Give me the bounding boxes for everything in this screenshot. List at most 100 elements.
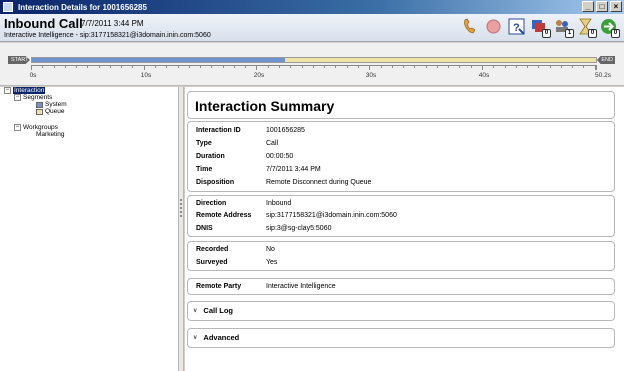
interaction-id-value: 1001656285 [266, 127, 305, 134]
hold-badge: 0 [588, 29, 597, 38]
timeline-bar [31, 57, 597, 63]
timeline-tick [493, 66, 495, 68]
dnis-label: DNIS [196, 225, 213, 232]
tree-label-workgroups: Workgroups [23, 124, 58, 131]
advanced-label: Advanced [203, 333, 240, 342]
timeline-tick [448, 66, 450, 68]
timeline-tick [233, 66, 235, 68]
remote-party-label: Remote Party [196, 283, 242, 290]
chevron-down-icon[interactable]: ∨ [193, 334, 197, 341]
interaction-datetime: 7/7/2011 3:44 PM [81, 19, 144, 28]
help-icon[interactable]: ? [507, 17, 526, 36]
timeline-tick [403, 66, 405, 68]
timeline-tick [87, 66, 89, 68]
type-label: Type [196, 140, 212, 147]
interaction-subtitle: Interactive Intelligence - sip:317715832… [4, 32, 211, 39]
timeline-tick [481, 66, 483, 70]
timeline-tick [527, 66, 529, 68]
timeline-tick [459, 66, 461, 68]
timeline-tick [290, 66, 292, 68]
collapse-icon[interactable]: − [14, 94, 21, 101]
app-icon [3, 2, 13, 12]
record-icon[interactable] [484, 17, 503, 36]
tree-label-system: System [45, 101, 67, 108]
window-title: Interaction Details for 1001656285 [18, 2, 147, 12]
advanced-section[interactable]: ∨ Advanced [187, 328, 615, 348]
collapse-icon[interactable]: − [4, 87, 11, 94]
close-button[interactable]: × [610, 1, 622, 12]
timeline-tick [64, 66, 66, 68]
timeline-start-marker: START [8, 56, 30, 64]
tree-node-interaction[interactable]: − Interaction [4, 87, 46, 94]
minimize-button[interactable]: _ [582, 1, 594, 12]
summary-title-card: Interaction Summary [187, 91, 615, 119]
call-log-section[interactable]: ∨ Call Log [187, 301, 615, 321]
tree-node-system[interactable]: System [36, 101, 67, 108]
timeline-tick [380, 66, 382, 68]
timeline-tick [538, 66, 540, 68]
timeline-segment-queue[interactable] [284, 58, 596, 62]
duration-value: 00:00:50 [266, 153, 294, 160]
timeline-tick [549, 66, 551, 68]
disposition-label: Disposition [196, 179, 235, 186]
timeline-tick [155, 66, 157, 68]
summary-title: Interaction Summary [195, 98, 335, 114]
direction-label: Direction [196, 200, 227, 207]
interaction-tree: − Interaction − Segments System Queue − … [0, 87, 179, 371]
timeline-tick [267, 66, 269, 68]
timeline-tick [188, 66, 190, 68]
tree-label-segments: Segments [23, 94, 53, 101]
window-title-bar[interactable]: Interaction Details for 1001656285 _ □ × [0, 0, 624, 14]
timeline-tick [436, 66, 438, 68]
maximize-button[interactable]: □ [596, 1, 608, 12]
timeline-tick [245, 66, 247, 68]
remote-address-value: sip:3177158321@i3domain.inin.com:5060 [266, 212, 397, 219]
timeline-tick [425, 66, 427, 68]
tree-label-queue: Queue [45, 108, 65, 115]
timeline-tick [256, 66, 258, 70]
transfer-icon[interactable]: 0 [530, 17, 551, 38]
timeline-tick [324, 66, 326, 68]
remote-address-label: Remote Address [196, 212, 252, 219]
timeline-tick [42, 66, 44, 68]
remote-party-card: Remote Party Interactive Intelligence [187, 278, 615, 295]
transfer-badge: 0 [542, 29, 551, 38]
timeline-tick [109, 66, 111, 68]
panel-splitter[interactable] [179, 87, 184, 371]
surveyed-label: Surveyed [196, 259, 228, 266]
tree-node-marketing[interactable]: Marketing [36, 131, 65, 138]
tree-node-workgroups[interactable]: − Workgroups [14, 124, 58, 131]
timeline-tick [76, 66, 78, 68]
collapse-icon[interactable]: − [14, 124, 21, 131]
timeline-end-marker: END [597, 56, 615, 64]
time-value: 7/7/2011 3:44 PM [266, 166, 321, 173]
surveyed-value: Yes [266, 259, 278, 266]
timeline-tick [177, 66, 179, 68]
hold-icon[interactable]: 0 [576, 17, 597, 38]
chevron-down-icon[interactable]: ∨ [193, 307, 197, 314]
timeline-tick [211, 66, 213, 68]
type-value: Call [266, 140, 279, 147]
interaction-header: Inbound Call 7/7/2011 3:44 PM Interactiv… [0, 14, 624, 42]
conference-icon[interactable]: 1 [553, 17, 574, 38]
forward-icon[interactable]: 0 [599, 17, 620, 38]
tree-node-queue[interactable]: Queue [36, 108, 65, 115]
remote-party-value: Interactive Intelligence [266, 283, 336, 290]
tree-node-segments[interactable]: − Segments [14, 94, 52, 101]
timeline-tick [357, 66, 359, 68]
timeline-tick [560, 66, 562, 68]
timeline-tick [572, 66, 574, 68]
timeline-tick [132, 66, 134, 68]
timeline-tick [143, 66, 145, 70]
tree-label-marketing: Marketing [36, 131, 65, 138]
forward-badge: 0 [611, 29, 620, 38]
timeline-tick [369, 66, 371, 70]
duration-label: Duration [196, 153, 225, 160]
routing-card: Direction Inbound Remote Address sip:31771… [187, 195, 615, 237]
time-label: Time [196, 166, 213, 173]
queue-color-swatch [36, 108, 43, 115]
timeline-tick [414, 66, 416, 68]
timeline-tick [301, 66, 303, 68]
phone-icon[interactable] [461, 17, 480, 36]
timeline-segment-system[interactable] [32, 58, 285, 62]
